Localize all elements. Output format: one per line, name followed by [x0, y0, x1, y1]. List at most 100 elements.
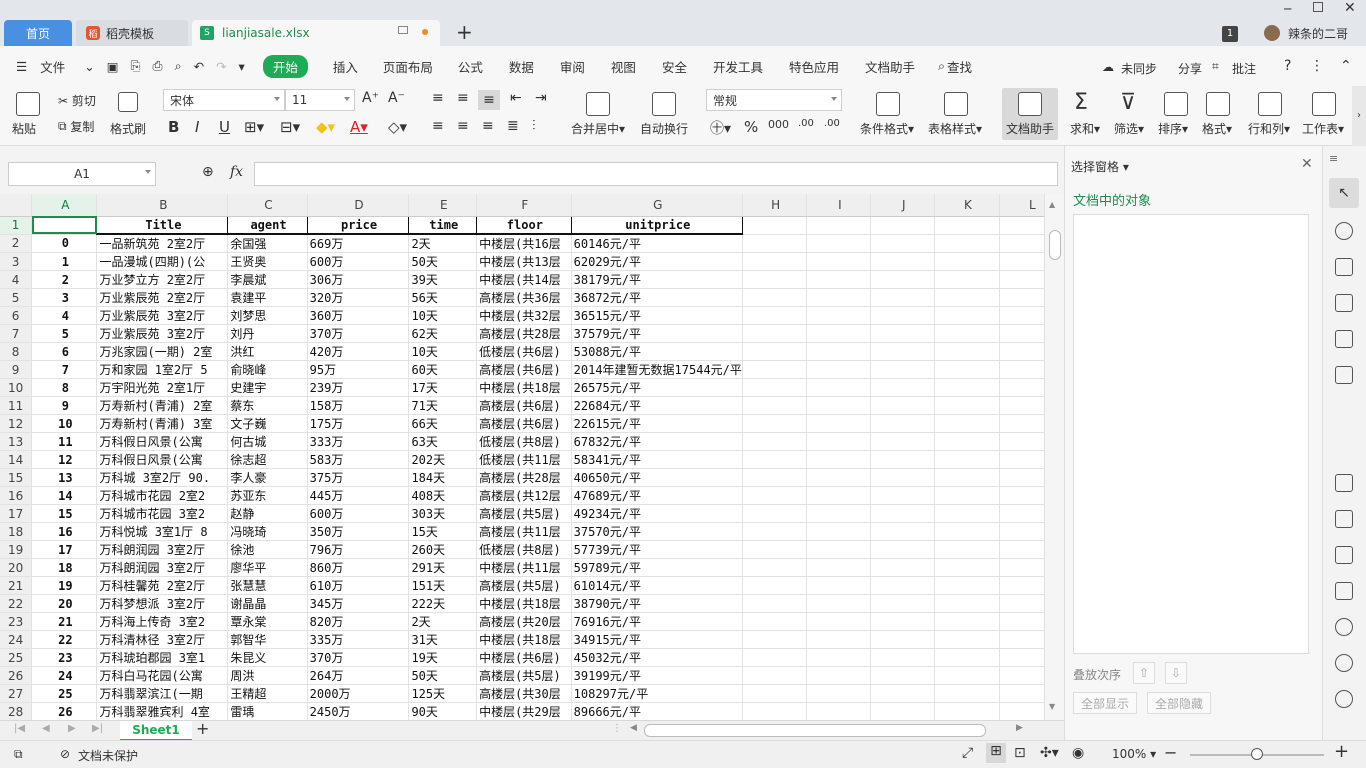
normal-view-icon[interactable]: ⊞ — [986, 743, 1006, 763]
cell[interactable] — [870, 396, 936, 415]
cell[interactable]: 23 — [31, 648, 98, 667]
style-icon[interactable] — [1335, 258, 1353, 276]
new-tab-button[interactable]: + — [456, 20, 473, 44]
cell[interactable]: 余国强 — [227, 234, 308, 253]
cell[interactable] — [934, 576, 1000, 595]
align-right-icon[interactable]: ≡ — [482, 118, 494, 134]
cell[interactable]: 24 — [31, 666, 98, 685]
cell[interactable]: 覃永棠 — [227, 612, 308, 631]
cell[interactable]: 万科清林径 3室2厅 — [96, 630, 229, 649]
sidebar-menu-icon[interactable]: ≡ — [1329, 152, 1338, 165]
cell[interactable] — [806, 396, 872, 415]
minimize-icon[interactable]: ─ — [1284, 2, 1291, 16]
cell[interactable] — [934, 414, 1000, 433]
cell[interactable]: 李人豪 — [227, 468, 308, 487]
cell[interactable]: 苏亚东 — [227, 486, 308, 505]
cell[interactable] — [742, 342, 808, 361]
cell[interactable] — [934, 216, 1000, 235]
cell[interactable]: 22615元/平 — [571, 414, 743, 433]
cell[interactable]: 20 — [31, 594, 98, 613]
cell[interactable]: 高楼层(共5层) — [476, 504, 572, 523]
cell[interactable]: 赵静 — [227, 504, 308, 523]
cell[interactable]: 37579元/平 — [571, 324, 743, 343]
cell[interactable] — [934, 450, 1000, 469]
cell[interactable]: 610万 — [307, 576, 410, 595]
cell[interactable]: 820万 — [307, 612, 410, 631]
row-header[interactable]: 4 — [0, 270, 33, 289]
column-header-h[interactable]: H — [742, 194, 808, 217]
horizontal-scroll-thumb[interactable] — [644, 724, 986, 737]
cell[interactable] — [934, 432, 1000, 451]
cell[interactable]: 420万 — [307, 342, 410, 361]
cell[interactable] — [806, 648, 872, 667]
row-header[interactable]: 8 — [0, 342, 33, 361]
row-header[interactable]: 11 — [0, 396, 33, 415]
cell[interactable]: 360万 — [307, 306, 410, 325]
select-pointer-icon[interactable]: ↖ — [1329, 178, 1359, 208]
last-sheet-icon[interactable]: ▶| — [92, 723, 103, 734]
save-icon[interactable]: ▣ — [101, 59, 125, 74]
cell[interactable] — [870, 486, 936, 505]
merge-center-icon[interactable] — [586, 92, 610, 116]
cell[interactable]: 中楼层(共29层 — [476, 702, 572, 720]
cell[interactable] — [806, 522, 872, 541]
cell[interactable]: 中楼层(共18层 — [476, 594, 572, 613]
cell[interactable]: 袁建平 — [227, 288, 308, 307]
scroll-right-icon[interactable]: ▶ — [1016, 723, 1023, 733]
cell[interactable]: 60146元/平 — [571, 234, 743, 253]
justify-icon[interactable]: ≣ — [507, 118, 519, 134]
cell[interactable]: 345万 — [307, 594, 410, 613]
cell[interactable] — [742, 324, 808, 343]
cell[interactable] — [742, 522, 808, 541]
cell[interactable]: 50天 — [408, 666, 478, 685]
cell[interactable] — [870, 306, 936, 325]
protection-status[interactable]: 文档未保护 — [78, 747, 138, 764]
cell[interactable]: 222天 — [408, 594, 478, 613]
annotate-icon[interactable]: ⌗ — [1212, 59, 1219, 74]
cell[interactable]: 洪红 — [227, 342, 308, 361]
cell[interactable] — [934, 378, 1000, 397]
cell[interactable] — [742, 252, 808, 271]
worksheet-button[interactable]: 工作表 ▾ — [1302, 120, 1344, 137]
cell[interactable] — [870, 378, 936, 397]
sheet-tab-sheet1[interactable]: Sheet1 — [120, 721, 192, 741]
cell[interactable]: 26 — [31, 702, 98, 720]
document-icon[interactable] — [1335, 474, 1353, 492]
menu-formula[interactable]: 公式 — [445, 57, 496, 76]
more-icon[interactable]: ⋮ — [1310, 58, 1324, 74]
align-center-icon[interactable]: ≡ — [457, 118, 469, 134]
cell[interactable] — [806, 666, 872, 685]
format-painter-icon[interactable] — [118, 92, 138, 112]
cell[interactable]: 375万 — [307, 468, 410, 487]
apps-icon[interactable] — [1335, 330, 1353, 348]
cell[interactable]: 万科假日风景(公寓 — [96, 450, 229, 469]
selection-pane-title[interactable]: 选择窗格 ▾ — [1071, 158, 1129, 175]
cell[interactable]: 高楼层(共5层) — [476, 576, 572, 595]
cell[interactable]: 320万 — [307, 288, 410, 307]
number-format-select[interactable]: 常规 — [706, 89, 842, 111]
cell[interactable]: 38179元/平 — [571, 270, 743, 289]
column-header-k[interactable]: K — [934, 194, 1000, 217]
cell[interactable]: 万业紫辰苑 3室2厅 — [96, 324, 229, 343]
cell[interactable] — [934, 342, 1000, 361]
cell[interactable] — [934, 612, 1000, 631]
menu-data[interactable]: 数据 — [496, 57, 547, 76]
cell[interactable]: 47689元/平 — [571, 486, 743, 505]
cell[interactable]: 39天 — [408, 270, 478, 289]
cell[interactable] — [742, 378, 808, 397]
menu-search[interactable]: 查找 — [945, 57, 976, 76]
cell[interactable]: 22684元/平 — [571, 396, 743, 415]
share-out-icon[interactable] — [1335, 510, 1353, 528]
cell[interactable]: 40650元/平 — [571, 468, 743, 487]
row-header[interactable]: 24 — [0, 630, 33, 649]
cell[interactable]: 中楼层(共14层 — [476, 270, 572, 289]
cell[interactable] — [870, 252, 936, 271]
cell[interactable]: 26575元/平 — [571, 378, 743, 397]
cell[interactable] — [806, 414, 872, 433]
cell[interactable]: 王贤奥 — [227, 252, 308, 271]
cell[interactable] — [742, 594, 808, 613]
cell[interactable]: 万业梦立方 2室2厅 — [96, 270, 229, 289]
cell[interactable] — [806, 306, 872, 325]
cell[interactable] — [870, 288, 936, 307]
align-left-icon[interactable]: ≡ — [432, 118, 444, 134]
